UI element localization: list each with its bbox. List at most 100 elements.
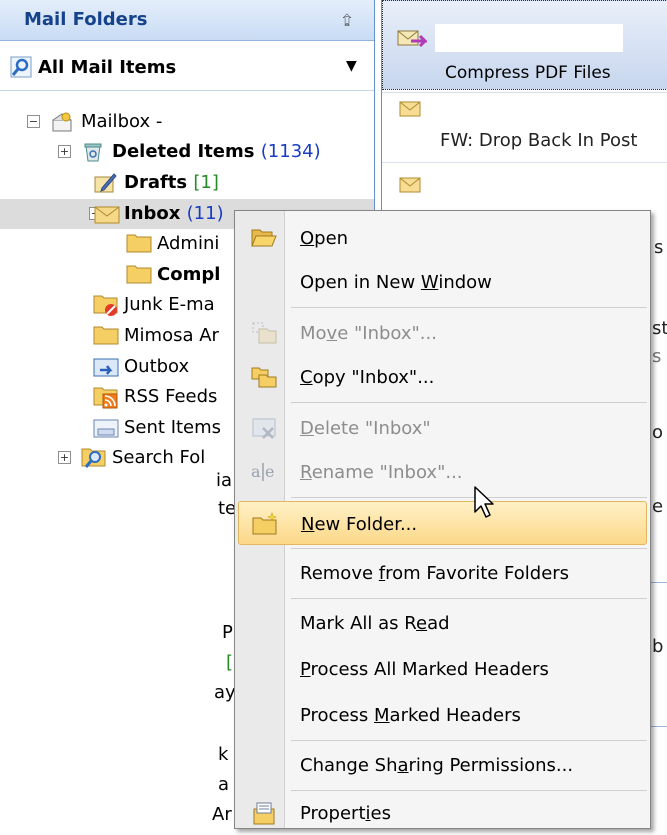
envelope-icon	[399, 101, 421, 121]
expand-toggle-icon[interactable]: +	[58, 451, 71, 464]
unread-count: (11)	[186, 203, 224, 224]
menu-item-copy[interactable]: Copy "Inbox"...	[238, 355, 647, 399]
dropdown-caret-icon[interactable]: ▼	[346, 58, 357, 74]
all-mail-items-selector[interactable]: All Mail Items ▼	[0, 44, 374, 91]
properties-icon	[251, 801, 277, 825]
svg-text:e: e	[265, 462, 274, 481]
tree-item-rss-feeds[interactable]: RSS Feeds	[0, 382, 234, 412]
trash-icon	[81, 140, 105, 169]
menu-label-part: e "Inbox"...	[337, 323, 437, 344]
collapse-toggle-icon[interactable]: −	[27, 115, 40, 128]
menu-separator	[291, 307, 647, 308]
menu-label-part: ad	[427, 613, 450, 634]
context-menu: Open Open in New Window Move "Inbox"... …	[234, 210, 651, 829]
tree-item-sent-items[interactable]: Sent Items	[0, 413, 234, 443]
tree-item-drafts[interactable]: Drafts [1]	[0, 168, 370, 198]
menu-item-process-all-marked-headers[interactable]: Process All Marked Headers	[238, 647, 647, 691]
menu-label-part: rocess All Marked Headers	[310, 659, 549, 680]
tree-label: RSS Feeds	[124, 386, 218, 407]
menu-label-part: ew Folder...	[314, 514, 418, 535]
tree-label: Sent Items	[124, 417, 222, 438]
text-fragment: P	[222, 622, 233, 643]
menu-item-process-marked-headers[interactable]: Process Marked Headers	[238, 693, 647, 737]
tree-item-junk[interactable]: Junk E-ma	[0, 290, 234, 320]
collapse-chevron-icon[interactable]: ⮸	[337, 11, 357, 31]
tree-label: Admini	[157, 233, 220, 254]
menu-item-move[interactable]: Move "Inbox"...	[238, 311, 647, 355]
tree-item-deleted-items[interactable]: + Deleted Items (1134)	[0, 137, 370, 167]
menu-label-part: Mark All as R	[300, 613, 416, 634]
menu-item-remove-from-favorites[interactable]: Remove from Favorite Folders	[238, 551, 647, 595]
menu-item-properties[interactable]: Properties	[238, 791, 647, 835]
redacted-area	[435, 24, 623, 52]
text-fragment: st	[652, 318, 667, 339]
move-folder-icon	[251, 321, 277, 345]
text-fragment: Ar	[212, 804, 232, 825]
menu-accelerator: W	[420, 272, 439, 293]
drafts-icon	[93, 171, 117, 200]
menu-label-part: opy "Inbox"...	[312, 367, 435, 388]
unread-count: (1134)	[260, 141, 321, 162]
menu-label-part: Process	[300, 705, 375, 726]
menu-label-part: rom Favorite Folders	[385, 563, 570, 584]
menu-label-part: es	[370, 803, 391, 824]
menu-item-delete[interactable]: Delete "Inbox"	[238, 406, 647, 450]
svg-text:a: a	[251, 462, 261, 481]
menu-label-part: elete "Inbox"	[313, 418, 431, 439]
menu-item-new-folder[interactable]: New Folder...	[238, 501, 647, 545]
divider	[650, 726, 667, 727]
menu-item-rename[interactable]: ae Rename "Inbox"...	[238, 450, 647, 494]
column-header[interactable]: Compress PDF Files	[382, 0, 667, 90]
text-fragment: e	[652, 496, 664, 517]
menu-label-part: Mo	[300, 323, 327, 344]
tree-label: Mailbox -	[81, 111, 163, 132]
tree-item-outbox[interactable]: Outbox	[0, 352, 234, 382]
menu-label-part: indow	[438, 272, 492, 293]
menu-separator	[291, 598, 647, 599]
menu-item-open[interactable]: Open	[238, 216, 647, 260]
tree-item-completed-folder[interactable]: Compl	[0, 260, 234, 290]
folder-icon	[126, 263, 152, 290]
search-folder-icon	[81, 446, 107, 475]
pane-title: Mail Folders	[24, 9, 148, 30]
menu-label-part: Change Sh	[300, 755, 398, 776]
menu-separator	[291, 740, 647, 741]
tree-item-mailbox[interactable]: − Mailbox -	[0, 107, 370, 137]
email-attachment-icon	[397, 29, 429, 55]
tree-label: Outbox	[124, 356, 190, 377]
menu-item-change-sharing-permissions[interactable]: Change Sharing Permissions...	[238, 743, 647, 787]
expand-toggle-icon[interactable]: +	[58, 145, 71, 158]
tree-item-mimosa[interactable]: Mimosa Ar	[0, 321, 234, 351]
message-row[interactable]: FW: Drop Back In Post	[382, 92, 667, 162]
menu-accelerator: a	[397, 755, 409, 776]
inbox-icon	[94, 202, 120, 231]
menu-accelerator: v	[326, 323, 338, 344]
menu-item-mark-all-read[interactable]: Mark All as Read	[238, 601, 647, 645]
text-fragment: b	[652, 636, 664, 657]
tree-label: Mimosa Ar	[124, 325, 219, 346]
text-fragment: k	[218, 744, 229, 765]
column-header-label: Compress PDF Files	[445, 63, 611, 83]
tree-label: Search Fol	[112, 447, 206, 468]
menu-label-part: Remove	[300, 563, 379, 584]
menu-label-part: Propert	[300, 803, 366, 824]
tree-item-admin-folder[interactable]: Admini	[0, 229, 234, 259]
menu-item-open-in-new-window[interactable]: Open in New Window	[238, 260, 647, 304]
mouse-cursor-icon	[474, 486, 496, 524]
menu-separator	[291, 497, 647, 498]
menu-accelerator: C	[300, 367, 313, 388]
open-folder-icon	[251, 226, 277, 250]
menu-accelerator: D	[300, 418, 314, 439]
tree-item-search-folders[interactable]: + Search Fol	[0, 443, 234, 473]
outbox-icon	[93, 355, 119, 384]
menu-accelerator: O	[300, 228, 315, 249]
all-mail-items-label: All Mail Items	[38, 57, 177, 78]
folder-icon	[93, 324, 119, 351]
tree-item-inbox[interactable]: − Inbox (11)	[0, 199, 234, 229]
menu-label-part: ename "Inbox"...	[311, 462, 463, 483]
copy-folder-icon	[251, 365, 277, 389]
text-fragment: a	[218, 774, 230, 795]
menu-accelerator: M	[374, 705, 390, 726]
tree-label: Inbox	[124, 203, 181, 224]
menu-label-part: arked Headers	[389, 705, 521, 726]
